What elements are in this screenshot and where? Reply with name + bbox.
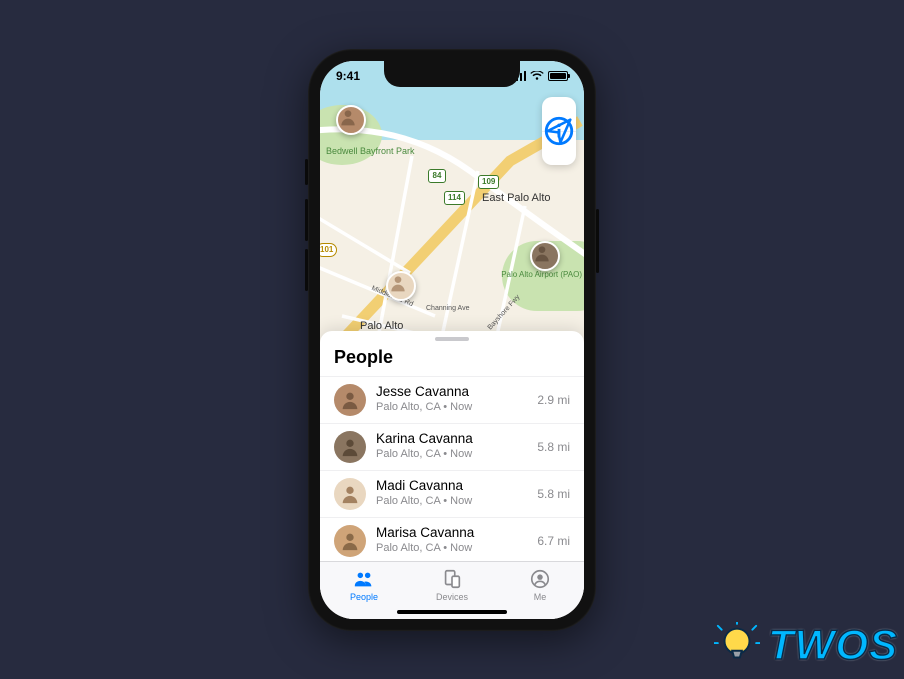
person-sub: Palo Alto, CA • Now bbox=[376, 448, 531, 462]
sheet-title: People bbox=[320, 345, 584, 376]
person-sub: Palo Alto, CA • Now bbox=[376, 495, 531, 509]
sheet-grabber[interactable] bbox=[435, 337, 469, 341]
me-icon bbox=[529, 568, 551, 590]
home-indicator[interactable] bbox=[397, 610, 507, 614]
map-pin-karina[interactable] bbox=[530, 241, 560, 271]
tab-label: Devices bbox=[436, 592, 468, 602]
tab-label: Me bbox=[534, 592, 547, 602]
person-name: Madi Cavanna bbox=[376, 478, 531, 495]
wifi-icon bbox=[530, 71, 544, 81]
person-icon bbox=[532, 243, 552, 263]
phone-frame: 9:41 101 bbox=[308, 49, 596, 631]
avatar bbox=[334, 478, 366, 510]
person-name: Jesse Cavanna bbox=[376, 384, 531, 401]
tab-devices[interactable]: Devices bbox=[408, 562, 496, 609]
label-bedwell: Bedwell Bayfront Park bbox=[326, 147, 415, 156]
tab-people[interactable]: People bbox=[320, 562, 408, 609]
person-name: Marisa Cavanna bbox=[376, 525, 531, 542]
person-sub: Palo Alto, CA • Now bbox=[376, 542, 531, 556]
watermark: TWOS bbox=[714, 621, 898, 669]
person-distance: 5.8 mi bbox=[531, 440, 570, 454]
person-row[interactable]: Marisa Cavanna Palo Alto, CA • Now 6.7 m… bbox=[320, 517, 584, 561]
person-distance: 2.9 mi bbox=[531, 393, 570, 407]
notch bbox=[384, 61, 520, 87]
avatar bbox=[334, 384, 366, 416]
lightbulb-icon bbox=[714, 622, 760, 668]
person-name: Karina Cavanna bbox=[376, 431, 531, 448]
label-east-palo-alto: East Palo Alto bbox=[482, 193, 551, 205]
devices-icon bbox=[441, 568, 463, 590]
person-icon bbox=[338, 107, 358, 127]
people-sheet[interactable]: People Jesse Cavanna Palo Alto, CA • Now… bbox=[320, 331, 584, 619]
vol-down-button bbox=[305, 249, 308, 291]
person-icon bbox=[339, 483, 361, 505]
route-badge-84: 84 bbox=[428, 169, 446, 183]
person-row[interactable]: Jesse Cavanna Palo Alto, CA • Now 2.9 mi bbox=[320, 376, 584, 423]
person-distance: 5.8 mi bbox=[531, 487, 570, 501]
map-pin-jesse[interactable] bbox=[336, 105, 366, 135]
route-badge-114: 114 bbox=[444, 191, 465, 205]
battery-icon bbox=[548, 71, 568, 81]
label-channing: Channing Ave bbox=[426, 305, 469, 312]
vol-up-button bbox=[305, 199, 308, 241]
person-icon bbox=[339, 530, 361, 552]
person-icon bbox=[339, 436, 361, 458]
power-button bbox=[596, 209, 599, 273]
tab-label: People bbox=[350, 592, 378, 602]
route-badge-101: 101 bbox=[320, 243, 337, 257]
person-row[interactable]: Madi Cavanna Palo Alto, CA • Now 5.8 mi bbox=[320, 470, 584, 517]
watermark-text: TWOS bbox=[768, 621, 898, 669]
map-controls bbox=[542, 97, 576, 165]
location-arrow-icon bbox=[542, 97, 576, 165]
avatar bbox=[334, 525, 366, 557]
person-sub: Palo Alto, CA • Now bbox=[376, 401, 531, 415]
person-distance: 6.7 mi bbox=[531, 534, 570, 548]
screen: 9:41 101 bbox=[320, 61, 584, 619]
map-pin-madi[interactable] bbox=[386, 271, 416, 301]
locate-button[interactable] bbox=[542, 131, 576, 165]
person-row[interactable]: Karina Cavanna Palo Alto, CA • Now 5.8 m… bbox=[320, 423, 584, 470]
status-time: 9:41 bbox=[336, 69, 360, 83]
person-icon bbox=[388, 273, 408, 293]
label-airport: Palo Alto Airport (PAO) bbox=[501, 271, 582, 279]
person-icon bbox=[339, 389, 361, 411]
tab-me[interactable]: Me bbox=[496, 562, 584, 609]
people-list: Jesse Cavanna Palo Alto, CA • Now 2.9 mi… bbox=[320, 376, 584, 561]
people-icon bbox=[353, 568, 375, 590]
silence-switch bbox=[305, 159, 308, 185]
route-badge-109: 109 bbox=[478, 175, 499, 189]
avatar bbox=[334, 431, 366, 463]
